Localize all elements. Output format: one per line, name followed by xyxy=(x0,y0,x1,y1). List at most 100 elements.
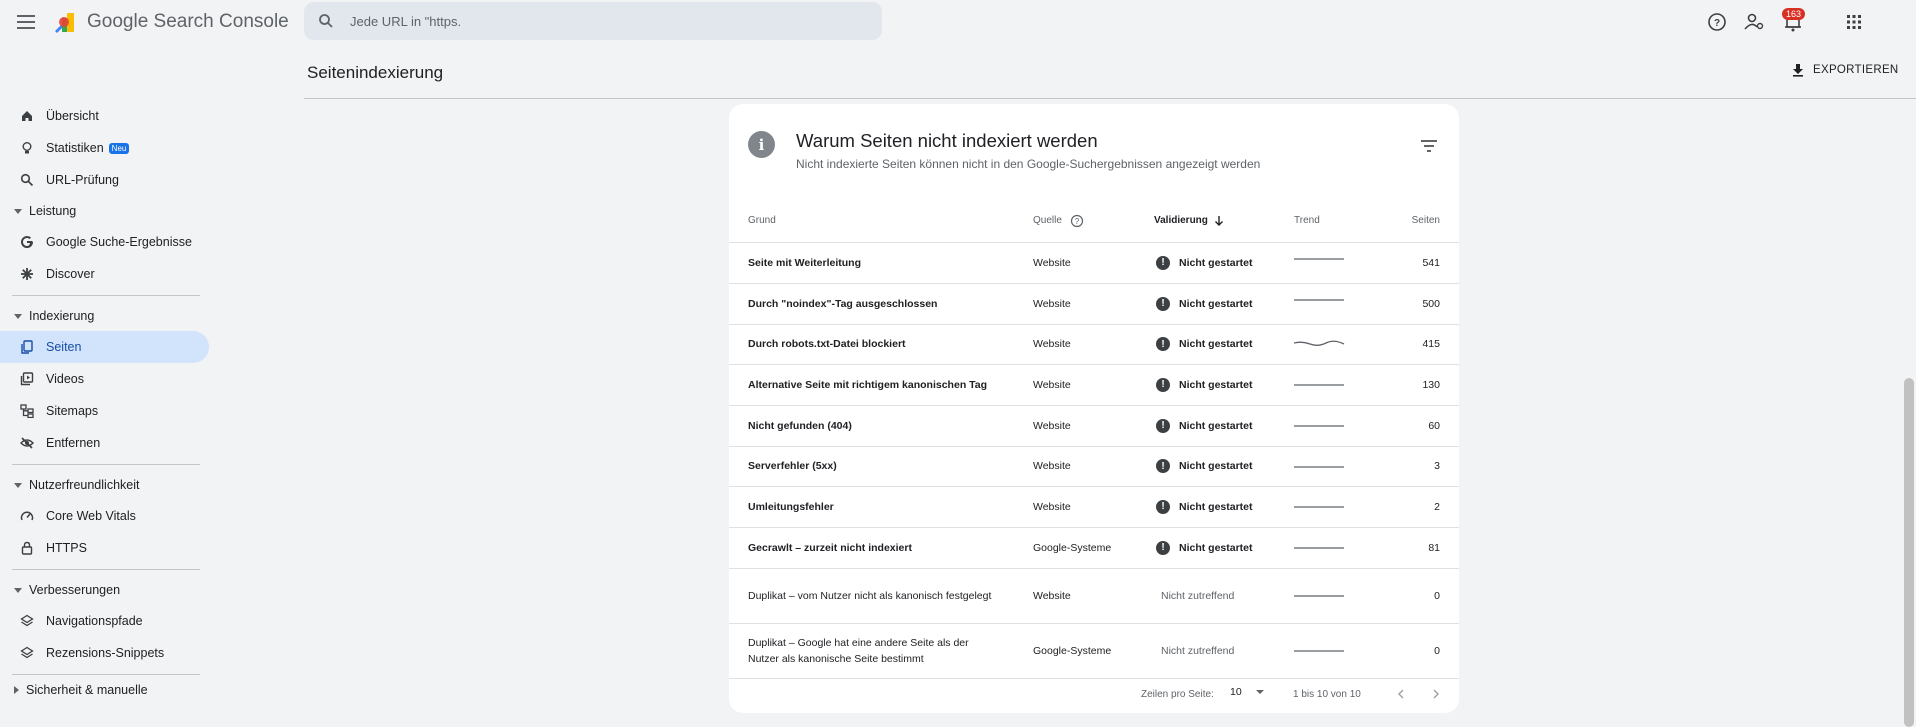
column-header-reason[interactable]: Grund xyxy=(729,200,1033,243)
sidebar-item-rezensions-snippets[interactable]: Rezensions-Snippets xyxy=(0,637,208,669)
table-row[interactable]: Durch robots.txt-Datei blockiert Website!… xyxy=(729,324,1459,365)
sidebar-item-label: HTTPS xyxy=(46,541,87,555)
source-cell: Website xyxy=(1033,364,1154,406)
section-leistung[interactable]: Leistung xyxy=(0,196,208,226)
table-row[interactable]: Duplikat – vom Nutzer nicht als kanonisc… xyxy=(729,568,1459,624)
filter-icon[interactable] xyxy=(1420,138,1438,154)
trend-sparkline xyxy=(1294,425,1344,427)
source-cell: Website xyxy=(1033,283,1154,325)
exclamation-icon: ! xyxy=(1156,255,1170,270)
help-icon[interactable]: ? xyxy=(1070,214,1084,228)
sidebar-item-label: Statistiken xyxy=(46,141,104,155)
trend-sparkline xyxy=(1294,650,1344,652)
svg-text:?: ? xyxy=(1714,18,1720,29)
pages-cell: 541 xyxy=(1394,242,1459,284)
column-header-validation[interactable]: Validierung xyxy=(1154,200,1294,243)
sidebar-item-uebersicht[interactable]: Übersicht xyxy=(0,100,208,132)
source-cell: Website xyxy=(1033,486,1154,528)
section-sicherheit[interactable]: Sicherheit & manuelle xyxy=(0,680,208,700)
sidebar-item-discover[interactable]: Discover xyxy=(0,258,208,290)
section-label: Leistung xyxy=(29,204,77,218)
pagination: Zeilen pro Seite: 10 1 bis 10 von 10 xyxy=(729,678,1459,712)
reason-cell: Duplikat – vom Nutzer nicht als kanonisc… xyxy=(729,568,1033,624)
section-label: Verbesserungen xyxy=(29,583,121,597)
sidebar-item-google-suche[interactable]: Google Suche-Ergebnisse xyxy=(0,226,208,258)
new-badge: Neu xyxy=(108,142,130,154)
sidebar-item-label: Entfernen xyxy=(46,436,101,450)
trend-cell xyxy=(1294,623,1394,679)
table-row[interactable]: Alternative Seite mit richtigem kanonisc… xyxy=(729,364,1459,406)
page-title: Seitenindexierung xyxy=(307,63,444,82)
validation-cell: Nicht zutreffend xyxy=(1154,568,1294,624)
reason-cell: Umleitungsfehler xyxy=(729,486,1033,528)
trend-sparkline xyxy=(1293,340,1345,346)
sidebar-item-entfernen[interactable]: Entfernen xyxy=(0,427,208,459)
caret-right-icon xyxy=(14,686,19,694)
table-row[interactable]: Durch "noindex"-Tag ausgeschlossen Websit… xyxy=(729,283,1459,325)
reason-cell: Alternative Seite mit richtigem kanonisc… xyxy=(729,364,1033,406)
section-verbesserungen[interactable]: Verbesserungen xyxy=(0,575,208,605)
trend-sparkline xyxy=(1294,506,1344,508)
reason-cell: Nicht gefunden (404) xyxy=(729,405,1033,447)
section-indexierung[interactable]: Indexierung xyxy=(0,301,208,331)
validation-text: Nicht gestartet xyxy=(1179,378,1253,391)
sidebar-item-label: URL-Prüfung xyxy=(46,173,119,187)
sidebar-item-label: Discover xyxy=(46,267,95,281)
validation-status: ! Nicht gestartet xyxy=(1154,540,1294,555)
rows-per-page-value: 10 xyxy=(1230,686,1242,698)
column-header-source[interactable]: Quelle? xyxy=(1033,200,1154,243)
export-label: EXPORTIEREN xyxy=(1813,64,1899,76)
validation-status: ! Nicht gestartet xyxy=(1154,499,1294,514)
svg-text:?: ? xyxy=(1075,217,1080,226)
sidebar-item-videos[interactable]: Videos xyxy=(0,363,208,395)
source-cell: Website xyxy=(1033,446,1154,487)
rows-per-page-select[interactable]: 10 xyxy=(1230,686,1270,698)
search-input[interactable] xyxy=(350,2,850,40)
lightbulb-icon xyxy=(20,141,34,155)
validation-cell: ! Nicht gestartet xyxy=(1154,527,1294,569)
previous-page-icon[interactable] xyxy=(1393,686,1409,702)
pages-cell: 0 xyxy=(1394,568,1459,624)
reason-cell: Seite mit Weiterleitung xyxy=(729,242,1033,284)
sidebar-item-core-web-vitals[interactable]: Core Web Vitals xyxy=(0,500,208,532)
trend-cell xyxy=(1294,283,1394,325)
hamburger-menu-icon[interactable] xyxy=(14,10,38,34)
trend-sparkline xyxy=(1294,299,1344,301)
apps-grid-icon[interactable] xyxy=(1843,11,1865,33)
validation-cell: Nicht zutreffend xyxy=(1154,623,1294,679)
caret-down-icon xyxy=(14,587,22,593)
sidebar-item-navigationspfade[interactable]: Navigationspfade xyxy=(0,605,208,637)
pages-cell: 0 xyxy=(1394,623,1459,679)
url-inspection-search[interactable] xyxy=(304,2,882,40)
sidebar-item-https[interactable]: HTTPS xyxy=(0,532,208,564)
pages-cell: 130 xyxy=(1394,364,1459,406)
sidebar-item-statistiken[interactable]: Statistiken Neu xyxy=(0,132,208,164)
asterisk-icon xyxy=(20,267,34,281)
table-row[interactable]: Gecrawlt – zurzeit nicht indexiert Google… xyxy=(729,527,1459,569)
validation-cell: ! Nicht gestartet xyxy=(1154,405,1294,447)
section-nutzerfreundlichkeit[interactable]: Nutzerfreundlichkeit xyxy=(0,470,208,500)
table-row[interactable]: Umleitungsfehler Website! Nicht gestartet 2 xyxy=(729,486,1459,528)
table-row[interactable]: Serverfehler (5xx) Website! Nicht gestarte… xyxy=(729,446,1459,487)
validation-text: Nicht gestartet xyxy=(1179,460,1253,472)
column-header-trend[interactable]: Trend xyxy=(1294,200,1394,243)
table-row[interactable]: Nicht gefunden (404) Website! Nicht gestar… xyxy=(729,405,1459,447)
source-cell: Google-Systeme xyxy=(1033,527,1154,569)
export-button[interactable]: EXPORTIEREN xyxy=(1791,63,1899,77)
user-settings-icon[interactable] xyxy=(1743,11,1765,33)
sidebar-item-sitemaps[interactable]: Sitemaps xyxy=(0,395,208,427)
eye-off-icon xyxy=(20,436,34,450)
sidebar-item-seiten[interactable]: Seiten xyxy=(0,331,209,363)
table-row[interactable]: Seite mit Weiterleitung Website! Nicht ges… xyxy=(729,242,1459,284)
column-header-pages[interactable]: Seiten xyxy=(1394,200,1459,243)
page-scrollbar[interactable] xyxy=(1904,378,1914,727)
info-icon: i xyxy=(748,131,775,158)
table-row[interactable]: Duplikat – Google hat eine andere Seite … xyxy=(729,623,1459,679)
notification-count-badge: 163 xyxy=(1782,8,1806,20)
next-page-icon[interactable] xyxy=(1428,686,1444,702)
google-g-icon xyxy=(20,235,34,249)
app-title[interactable]: Google Search Console xyxy=(87,11,289,33)
pages-cell: 415 xyxy=(1394,324,1459,365)
sidebar-item-url-pruefung[interactable]: URL-Prüfung xyxy=(0,164,208,196)
help-icon[interactable]: ? xyxy=(1706,11,1728,33)
